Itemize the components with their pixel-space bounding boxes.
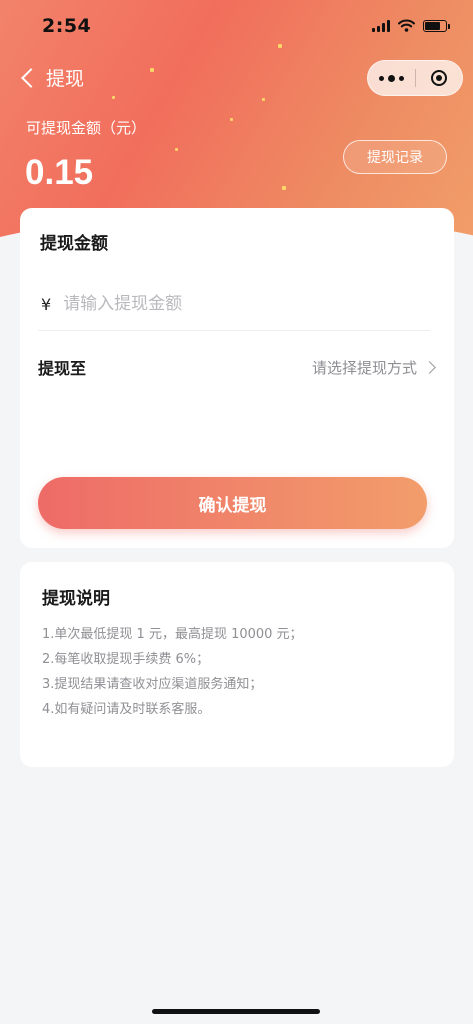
status-icons bbox=[372, 19, 450, 32]
battery-icon bbox=[423, 19, 450, 32]
notes-list: 1.单次最低提现 1 元，最高提现 10000 元； 2.每笔收取提现手续费 6… bbox=[42, 622, 303, 722]
navigation-bar: 提现 bbox=[0, 60, 473, 102]
confirm-withdraw-button[interactable]: 确认提现 bbox=[38, 477, 427, 529]
balance-value: 0.15 bbox=[25, 153, 94, 192]
note-item: 4.如有疑问请及时联系客服。 bbox=[42, 702, 211, 717]
notes-heading: 提现说明 bbox=[42, 589, 110, 609]
currency-symbol: ¥ bbox=[41, 294, 52, 314]
target-circle-icon[interactable] bbox=[416, 60, 462, 96]
amount-row: ¥ bbox=[38, 278, 430, 331]
mini-program-capsule bbox=[367, 60, 463, 96]
withdraw-records-button[interactable]: 提现记录 bbox=[343, 140, 447, 174]
withdraw-amount-heading: 提现金额 bbox=[40, 234, 108, 254]
page-title: 提现 bbox=[46, 68, 85, 90]
back-button[interactable]: 提现 bbox=[18, 64, 84, 91]
withdraw-method-value: 请选择提现方式 bbox=[311, 357, 436, 378]
status-bar: 2:54 bbox=[0, 0, 473, 50]
note-item: 3.提现结果请查收对应渠道服务通知； bbox=[42, 677, 263, 692]
note-item: 2.每笔收取提现手续费 6%； bbox=[42, 652, 210, 667]
withdraw-card: 提现金额 ¥ 提现至 请选择提现方式 确认提现 bbox=[20, 208, 454, 548]
chevron-left-icon bbox=[21, 67, 41, 88]
chevron-right-icon bbox=[423, 360, 436, 374]
sparkle-decoration bbox=[175, 148, 178, 151]
withdraw-method-selector[interactable]: 提现至 请选择提现方式 bbox=[38, 348, 436, 386]
amount-input[interactable] bbox=[63, 294, 430, 314]
more-dots-icon[interactable] bbox=[368, 60, 415, 96]
status-time: 2:54 bbox=[42, 15, 92, 37]
home-indicator[interactable] bbox=[152, 1009, 320, 1014]
sparkle-decoration bbox=[282, 186, 286, 190]
signal-icon bbox=[372, 19, 390, 32]
withdraw-method-placeholder: 请选择提现方式 bbox=[311, 358, 417, 377]
withdraw-notes-card: 提现说明 1.单次最低提现 1 元，最高提现 10000 元； 2.每笔收取提现… bbox=[20, 562, 454, 767]
sparkle-decoration bbox=[230, 118, 233, 121]
withdraw-method-label: 提现至 bbox=[38, 359, 87, 378]
note-item: 1.单次最低提现 1 元，最高提现 10000 元； bbox=[42, 627, 303, 642]
wifi-icon bbox=[398, 19, 415, 32]
balance-label: 可提现金额（元） bbox=[26, 119, 147, 137]
